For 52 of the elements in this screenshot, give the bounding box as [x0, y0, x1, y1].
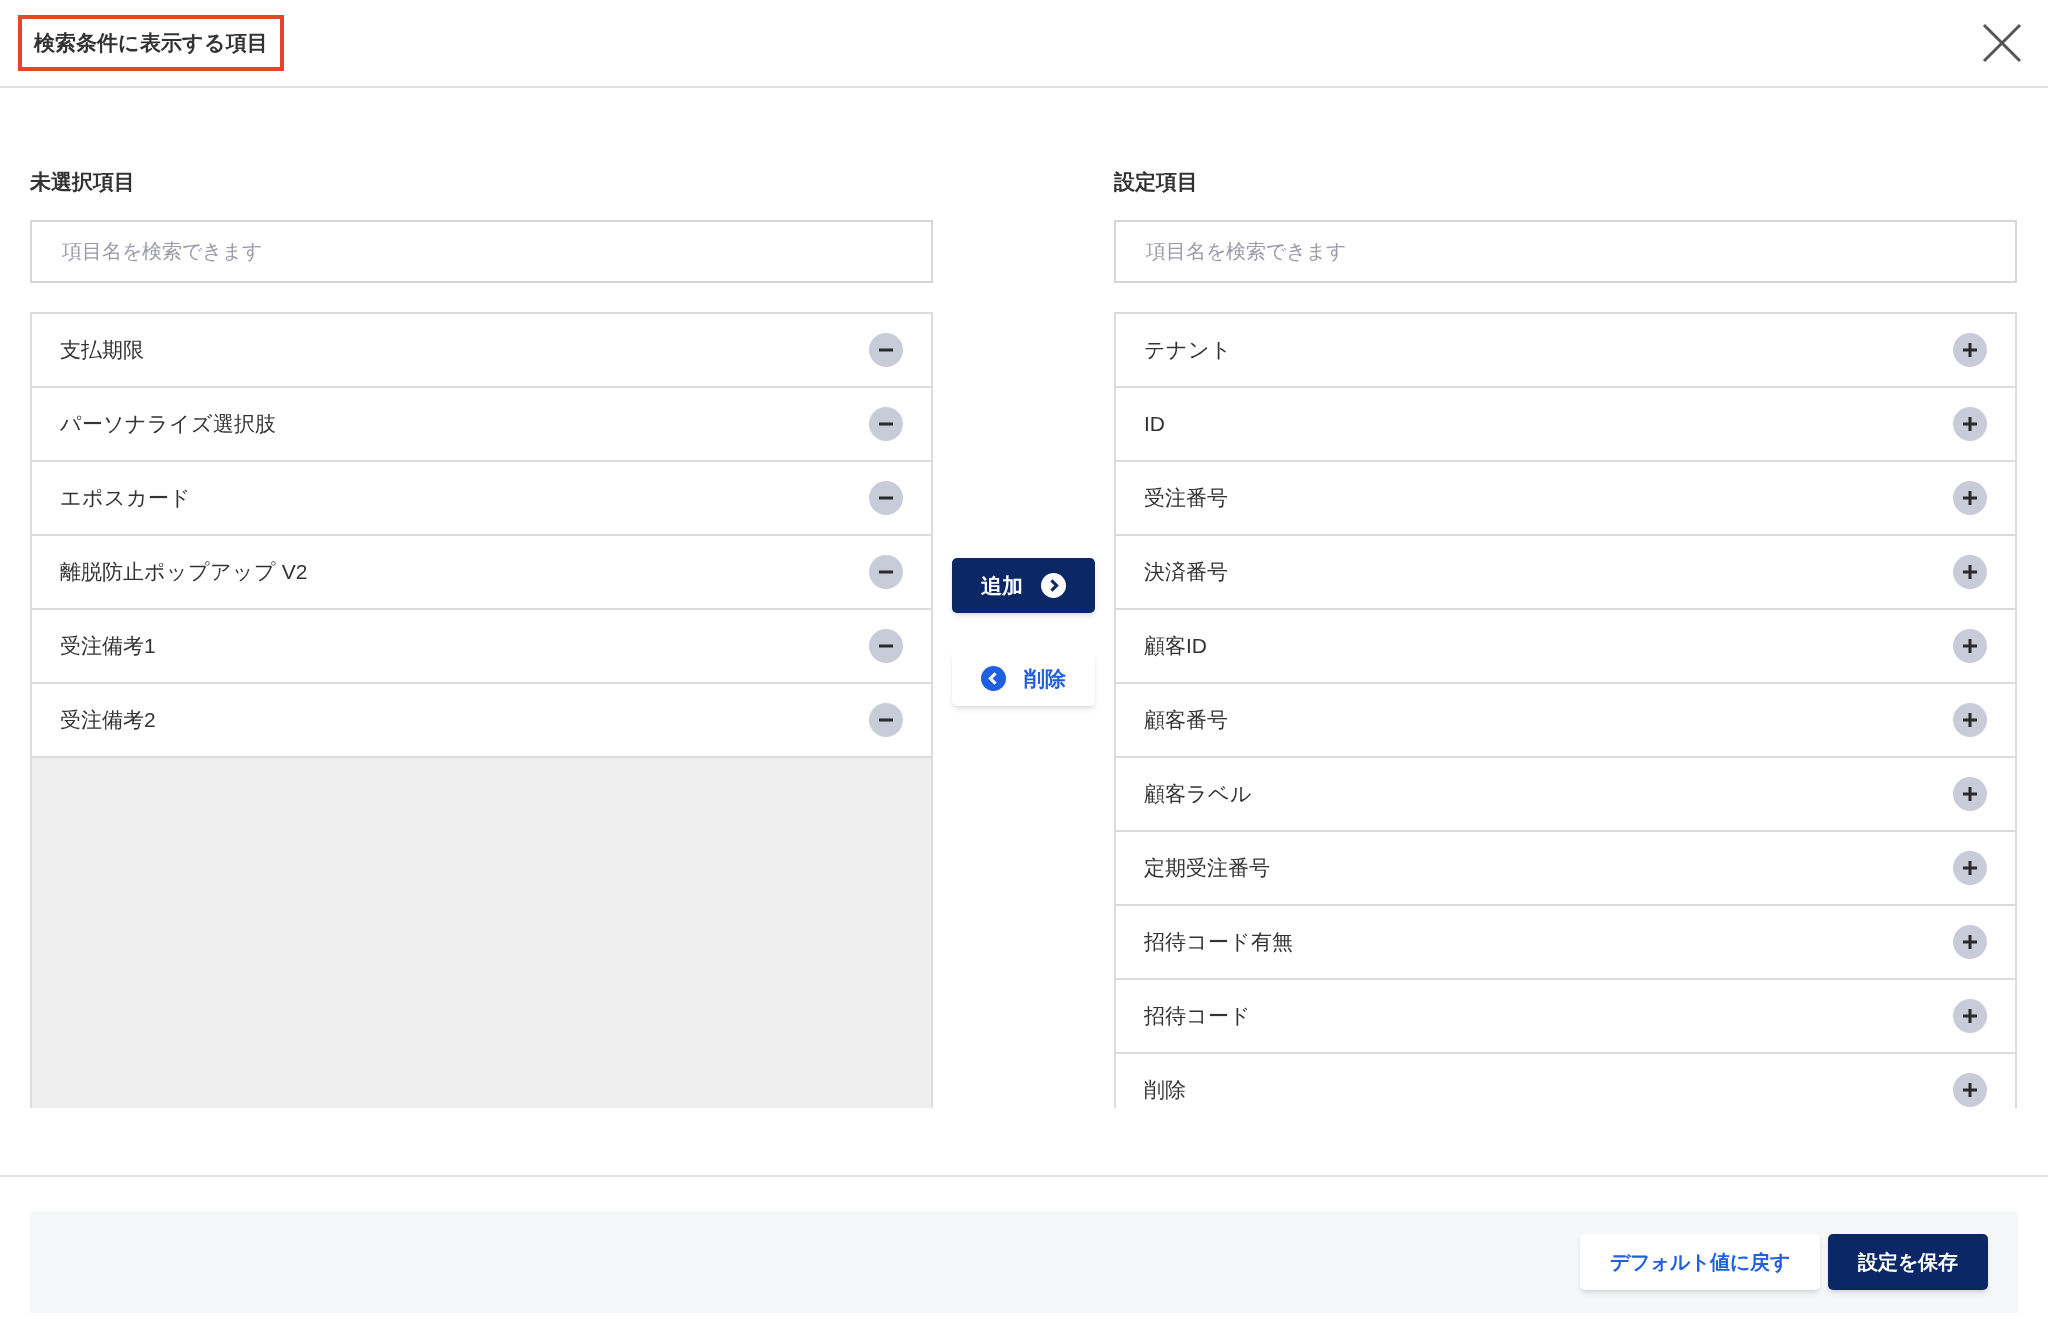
chevron-right-circle-icon	[1041, 573, 1066, 598]
search-field[interactable]: 項目名を検索できます	[30, 220, 933, 283]
item-label: 受注備考1	[60, 633, 156, 660]
minus-circle-icon[interactable]	[869, 481, 903, 515]
chevron-left-circle-icon	[981, 666, 1006, 691]
plus-circle-icon[interactable]	[1953, 555, 1987, 589]
item-label: 支払期限	[60, 337, 144, 364]
save-button[interactable]: 設定を保存	[1828, 1234, 1988, 1290]
minus-circle-icon[interactable]	[869, 629, 903, 663]
item-label: 顧客ID	[1144, 633, 1207, 660]
item-label: テナント	[1144, 337, 1232, 364]
list-item[interactable]: 離脱防止ポップアップ V2	[32, 536, 931, 610]
item-label: 顧客ラベル	[1144, 781, 1252, 808]
item-label: エポスカード	[60, 485, 191, 512]
item-label: ID	[1144, 411, 1165, 438]
list-item[interactable]: 受注備考2	[32, 684, 931, 758]
dialog-title: 検索条件に表示する項目	[18, 15, 284, 71]
item-label: 受注番号	[1144, 485, 1228, 512]
panel-heading: 未選択項目	[30, 170, 136, 194]
plus-circle-icon[interactable]	[1953, 925, 1987, 959]
item-label: 定期受注番号	[1144, 855, 1270, 882]
item-label: 決済番号	[1144, 559, 1228, 586]
reset-button[interactable]: デフォルト値に戻す	[1580, 1234, 1820, 1290]
item-label: 離脱防止ポップアップ V2	[60, 559, 308, 586]
close-icon[interactable]	[1982, 23, 2022, 63]
minus-circle-icon[interactable]	[869, 333, 903, 367]
plus-circle-icon[interactable]	[1953, 703, 1987, 737]
minus-circle-icon[interactable]	[869, 555, 903, 589]
item-label: 削除	[1144, 1077, 1186, 1104]
add-button[interactable]: 追加	[952, 558, 1095, 613]
plus-circle-icon[interactable]	[1953, 999, 1987, 1033]
minus-circle-icon[interactable]	[869, 407, 903, 441]
plus-circle-icon[interactable]	[1953, 1073, 1987, 1107]
item-label: 顧客番号	[1144, 707, 1228, 734]
plus-circle-icon[interactable]	[1953, 851, 1987, 885]
plus-circle-icon[interactable]	[1953, 407, 1987, 441]
plus-circle-icon[interactable]	[1953, 333, 1987, 367]
list-item[interactable]: エポスカード	[32, 462, 931, 536]
panel-heading: 設定項目	[1114, 170, 1199, 194]
item-label: パーソナライズ選択肢	[60, 411, 276, 438]
list-item[interactable]: 受注備考1	[32, 610, 931, 684]
minus-circle-icon[interactable]	[869, 703, 903, 737]
item-label: 招待コード有無	[1144, 929, 1293, 956]
remove-button[interactable]: 削除	[952, 651, 1095, 706]
list-item[interactable]: 支払期限	[32, 314, 931, 388]
plus-circle-icon[interactable]	[1953, 629, 1987, 663]
search-field[interactable]: 項目名を検索できます	[1114, 220, 2017, 283]
item-label: 招待コード	[1144, 1003, 1251, 1030]
plus-circle-icon[interactable]	[1953, 481, 1987, 515]
item-label: 受注備考2	[60, 707, 156, 734]
list-item[interactable]: パーソナライズ選択肢	[32, 388, 931, 462]
plus-circle-icon[interactable]	[1953, 777, 1987, 811]
